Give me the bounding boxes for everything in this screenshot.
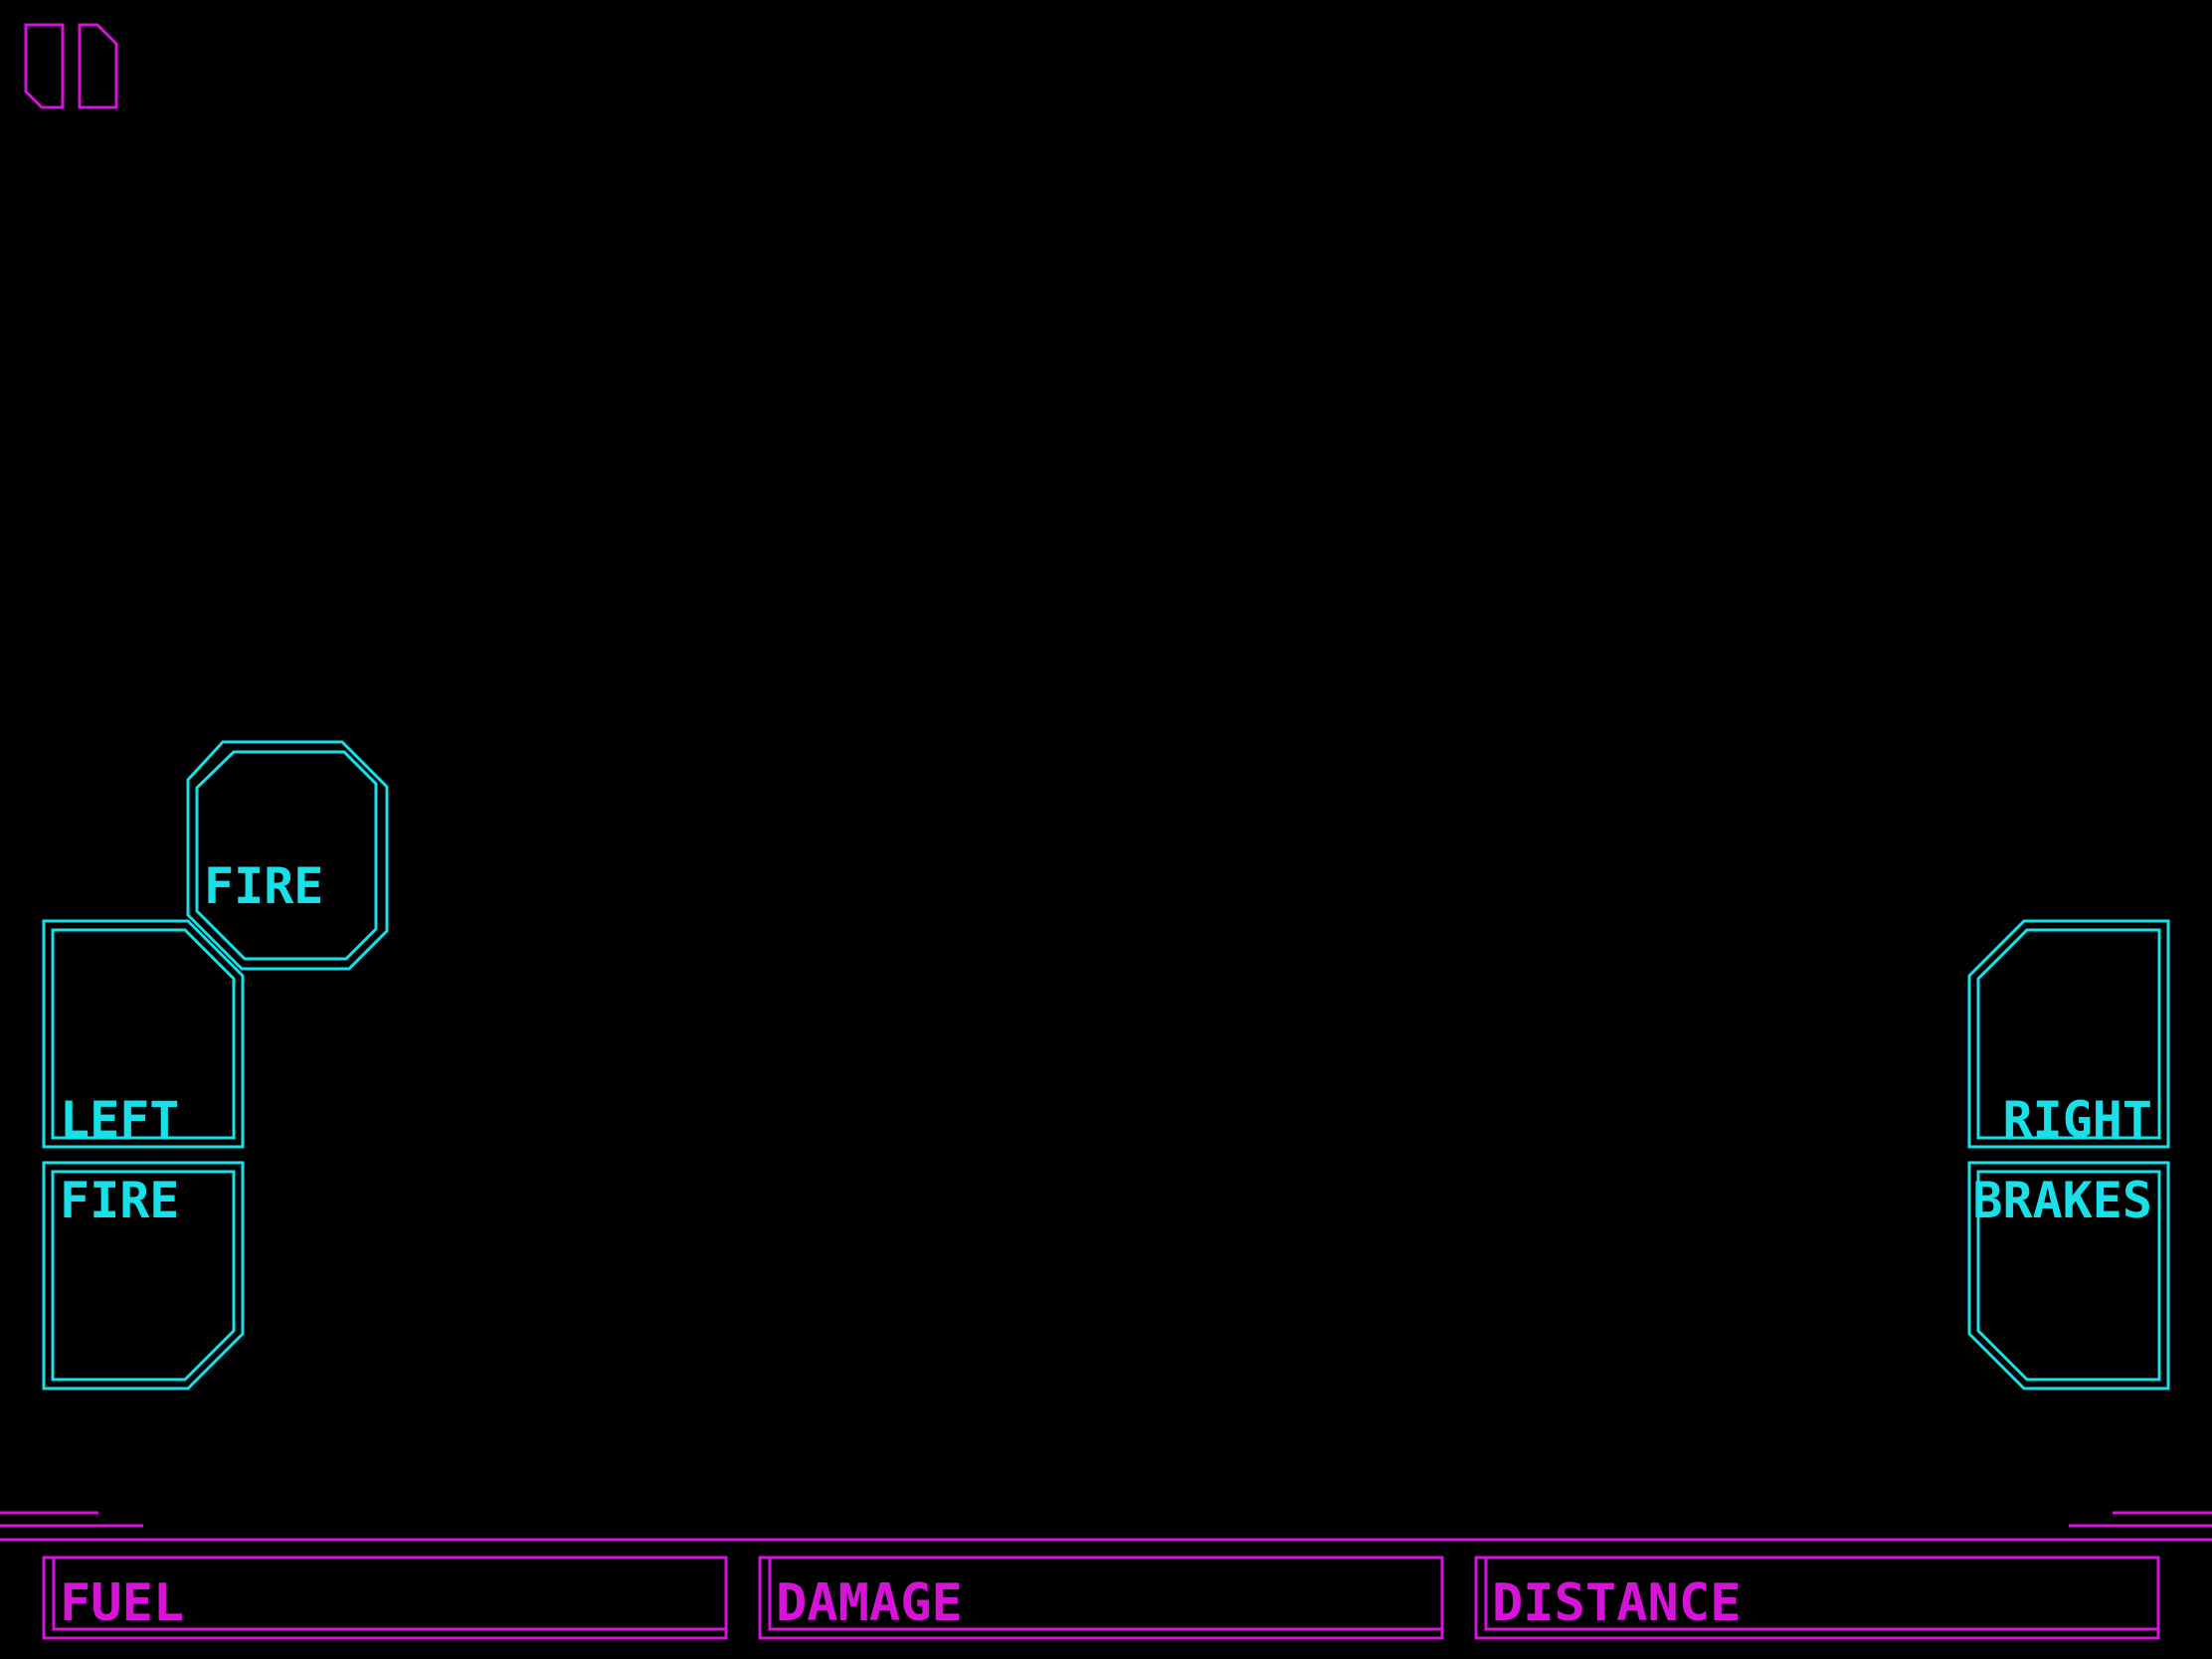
hud-divider xyxy=(0,1511,2212,1542)
right-button[interactable]: RIGHT xyxy=(1967,919,2170,1149)
right-label: RIGHT xyxy=(2002,1091,2152,1149)
left-label: LEFT xyxy=(60,1091,179,1149)
brakes-label: BRAKES xyxy=(1972,1172,2152,1229)
fire-button-top[interactable]: FIRE xyxy=(186,740,389,971)
distance-label: DISTANCE xyxy=(1492,1573,1741,1633)
fuel-label: FUEL xyxy=(60,1573,184,1633)
fire-bottom-label: FIRE xyxy=(60,1172,179,1229)
fire-top-label: FIRE xyxy=(204,857,323,915)
game-hud: FIRE LEFT FIRE RIGHT BRAKES FUEL DAMAGE … xyxy=(0,18,2212,1640)
left-button[interactable]: LEFT xyxy=(42,919,245,1149)
fuel-gauge: FUEL xyxy=(42,1556,728,1640)
fire-button-bottom[interactable]: FIRE xyxy=(42,1161,245,1390)
damage-gauge: DAMAGE xyxy=(758,1556,1444,1640)
brakes-button[interactable]: BRAKES xyxy=(1967,1161,2170,1390)
pause-button[interactable] xyxy=(16,18,125,117)
damage-label: DAMAGE xyxy=(776,1573,963,1633)
distance-gauge: DISTANCE xyxy=(1474,1556,2160,1640)
